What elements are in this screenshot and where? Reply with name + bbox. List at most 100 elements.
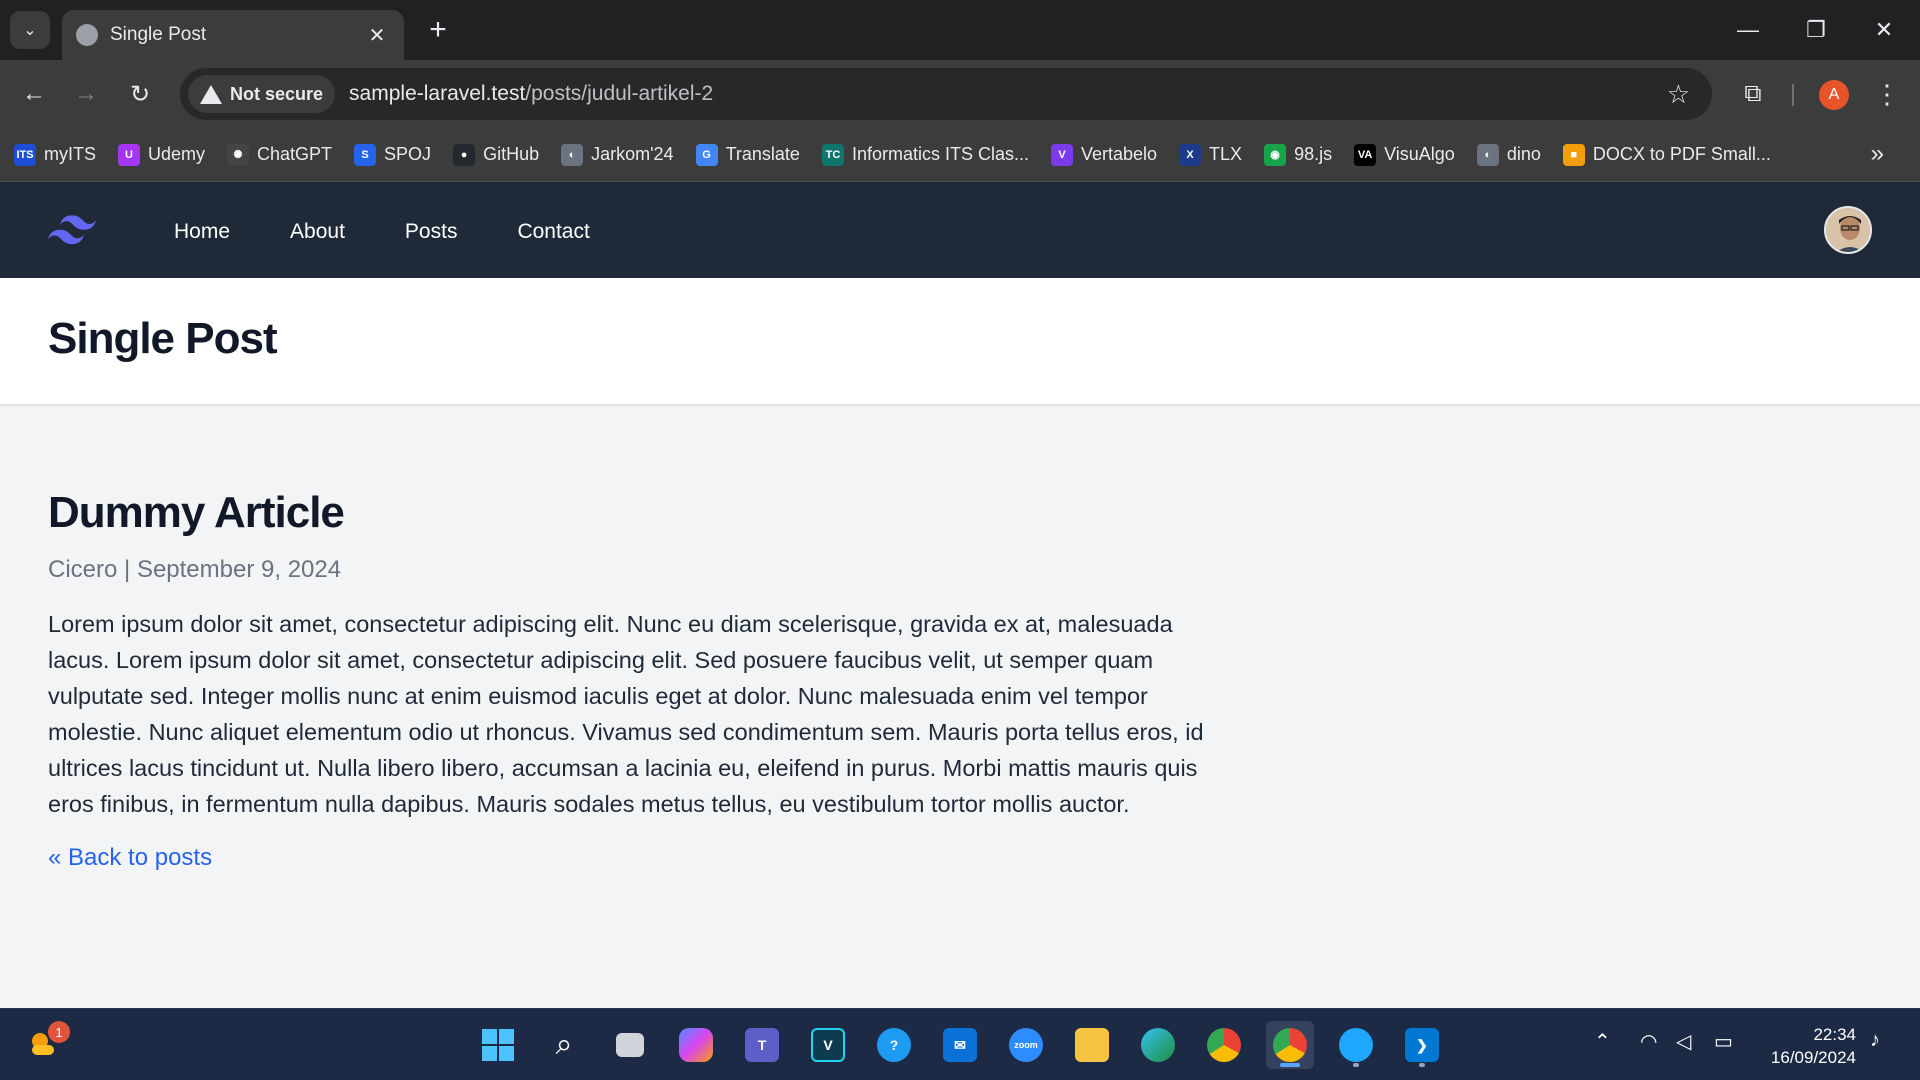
nav-link-posts[interactable]: Posts bbox=[381, 210, 482, 254]
bookmark-favicon-icon: U bbox=[118, 143, 140, 166]
browser-tabstrip: ⌄ Single Post ✕ + — ❐ ✕ bbox=[0, 0, 1920, 60]
bookmarks-bar: ITS myITS U Udemy ✺ ChatGPT S SPOJ ● GitHub ◐ Jarko… bbox=[0, 128, 1920, 182]
task-view-icon[interactable] bbox=[606, 1021, 654, 1069]
bookmark-item[interactable]: ITS myITS bbox=[14, 143, 96, 166]
chrome-active-icon[interactable] bbox=[1266, 1021, 1314, 1069]
article: Dummy Article Cicero | September 9, 2024… bbox=[48, 488, 1208, 872]
bookmark-label: ChatGPT bbox=[257, 144, 333, 164]
forward-icon[interactable]: → bbox=[66, 74, 106, 114]
globe-icon bbox=[76, 24, 98, 46]
chevron-up-icon[interactable]: ⌃ bbox=[1594, 1029, 1611, 1054]
chevron-down-icon: ⌄ bbox=[23, 22, 37, 39]
bookmark-item[interactable]: ● GitHub bbox=[453, 143, 540, 166]
vscode-icon[interactable]: ❯ bbox=[1398, 1021, 1446, 1069]
back-to-posts-link[interactable]: « Back to posts bbox=[48, 844, 212, 872]
bookmark-item[interactable]: U Udemy bbox=[118, 143, 205, 166]
profile-avatar[interactable]: A bbox=[1819, 80, 1849, 110]
chevron-right-double-icon[interactable]: » bbox=[1871, 140, 1884, 168]
user-photo-icon bbox=[1826, 208, 1870, 252]
chrome-icon[interactable] bbox=[1200, 1021, 1248, 1069]
notification-bell-icon[interactable]: ♪ bbox=[1870, 1029, 1880, 1052]
bookmark-favicon-icon: ◐ bbox=[1476, 143, 1499, 166]
address-bar[interactable]: Not secure sample-laravel.test/posts/jud… bbox=[180, 68, 1712, 120]
nav-link-about[interactable]: About bbox=[266, 210, 369, 254]
close-icon[interactable]: ✕ bbox=[364, 23, 390, 48]
teams-icon[interactable]: T bbox=[738, 1021, 786, 1069]
bookmark-label: Vertabelo bbox=[1080, 144, 1158, 164]
bookmark-label: Informatics ITS Clas... bbox=[851, 144, 1029, 164]
tab-search-button[interactable]: ⌄ bbox=[10, 11, 50, 49]
bookmark-item[interactable]: V Vertabelo bbox=[1050, 143, 1158, 166]
vstudio-icon[interactable]: V bbox=[804, 1021, 852, 1069]
bookmark-favicon-icon: ◉ bbox=[1264, 143, 1287, 166]
bookmark-item[interactable]: ✺ ChatGPT bbox=[227, 143, 333, 166]
menu-icon[interactable]: ⋮ bbox=[1872, 76, 1902, 112]
page-title: Single Post bbox=[48, 314, 278, 363]
reload-icon[interactable]: ↻ bbox=[120, 74, 160, 114]
bookmark-label: Translate bbox=[725, 144, 800, 164]
bookmark-label: GitHub bbox=[483, 144, 540, 164]
extensions-icon[interactable]: ⧉ bbox=[1735, 76, 1771, 112]
security-chip[interactable]: Not secure bbox=[188, 75, 336, 113]
bookmark-favicon-icon: ■ bbox=[1562, 143, 1585, 166]
bookmark-favicon-icon: ITS bbox=[14, 143, 36, 166]
url-text[interactable]: sample-laravel.test/posts/judul-artikel-… bbox=[349, 82, 1667, 106]
bookmark-item[interactable]: G Translate bbox=[695, 143, 800, 166]
app-icon[interactable] bbox=[1332, 1021, 1380, 1069]
bookmark-favicon-icon: V bbox=[1050, 143, 1073, 166]
volume-icon[interactable]: ◁ bbox=[1676, 1029, 1691, 1054]
nav-links: Home About Posts Contact bbox=[150, 210, 626, 254]
bookmark-item[interactable]: S SPOJ bbox=[354, 143, 431, 166]
bookmark-label: TLX bbox=[1209, 144, 1243, 164]
bookmark-item[interactable]: VA VisuAlgo bbox=[1354, 143, 1455, 166]
search-icon[interactable]: ⌕ bbox=[540, 1021, 588, 1069]
active-indicator bbox=[1280, 1063, 1300, 1067]
bookmark-favicon-icon: S bbox=[354, 143, 377, 166]
bookmark-label: Jarkom'24 bbox=[591, 144, 674, 164]
article-meta: Cicero | September 9, 2024 bbox=[48, 556, 1208, 584]
wifi-icon[interactable]: ◠ bbox=[1640, 1029, 1657, 1054]
site-navbar: Home About Posts Contact bbox=[0, 182, 1920, 278]
logo-icon[interactable] bbox=[48, 212, 96, 248]
nav-link-contact[interactable]: Contact bbox=[493, 210, 613, 254]
page-header: Single Post bbox=[0, 278, 1920, 404]
security-label: Not secure bbox=[230, 83, 324, 104]
toolbar-divider bbox=[1792, 84, 1794, 106]
user-avatar[interactable] bbox=[1824, 206, 1872, 254]
bookmark-label: 98.js bbox=[1294, 144, 1333, 164]
window-close-icon[interactable]: ✕ bbox=[1850, 0, 1918, 60]
bookmark-label: VisuAlgo bbox=[1384, 144, 1455, 164]
bookmark-star-icon[interactable]: ☆ bbox=[1667, 79, 1690, 110]
minimize-icon[interactable]: — bbox=[1714, 0, 1782, 60]
help-icon[interactable]: ? bbox=[870, 1021, 918, 1069]
bookmark-favicon-icon: ● bbox=[453, 143, 476, 166]
zoom-icon[interactable]: zoom bbox=[1002, 1021, 1050, 1069]
warning-icon bbox=[200, 84, 222, 104]
file-explorer-icon[interactable] bbox=[1068, 1021, 1116, 1069]
back-icon[interactable]: ← bbox=[14, 74, 54, 114]
nav-link-home[interactable]: Home bbox=[150, 210, 254, 254]
start-button[interactable] bbox=[474, 1021, 522, 1069]
bookmark-item[interactable]: TC Informatics ITS Clas... bbox=[821, 143, 1029, 166]
copilot-icon[interactable] bbox=[672, 1021, 720, 1069]
system-clock[interactable]: 22:34 16/09/2024 bbox=[1756, 1023, 1856, 1069]
tab-title: Single Post bbox=[110, 24, 207, 45]
edge-icon[interactable] bbox=[1134, 1021, 1182, 1069]
browser-tab[interactable]: Single Post ✕ bbox=[62, 10, 404, 60]
mail-icon[interactable]: ✉ bbox=[936, 1021, 984, 1069]
battery-icon[interactable]: ▭ bbox=[1714, 1029, 1733, 1054]
bookmark-item[interactable]: X TLX bbox=[1179, 143, 1243, 166]
bookmark-item[interactable]: ◉ 98.js bbox=[1264, 143, 1333, 166]
bookmark-label: DOCX to PDF Small... bbox=[1592, 144, 1771, 164]
clock-date: 16/09/2024 bbox=[1770, 1048, 1856, 1067]
restore-icon[interactable]: ❐ bbox=[1782, 0, 1850, 60]
article-author[interactable]: Cicero bbox=[48, 556, 117, 583]
article-body: Lorem ipsum dolor sit amet, consectetur … bbox=[48, 611, 1204, 817]
bookmark-favicon-icon: TC bbox=[821, 143, 844, 166]
bookmark-item[interactable]: ◐ dino bbox=[1476, 143, 1541, 166]
new-tab-button[interactable]: + bbox=[420, 12, 456, 48]
bookmark-item[interactable]: ◐ Jarkom'24 bbox=[561, 143, 674, 166]
bookmark-item[interactable]: ■ DOCX to PDF Small... bbox=[1562, 143, 1771, 166]
bookmark-label: myITS bbox=[44, 144, 96, 164]
notification-badge: 1 bbox=[48, 1021, 70, 1043]
